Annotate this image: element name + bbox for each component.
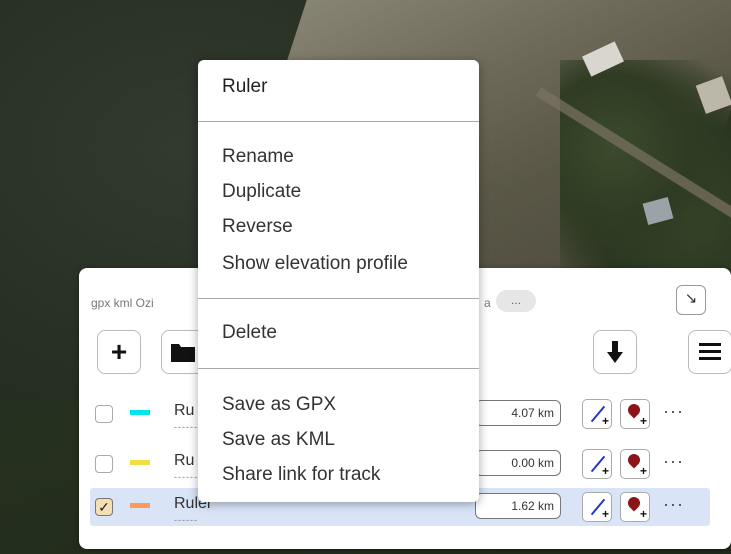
folder-icon <box>171 344 195 362</box>
menu-item-elevation-profile[interactable]: Show elevation profile <box>222 253 408 275</box>
track-more-button[interactable]: ··· <box>663 451 684 472</box>
track-line-style: ------ <box>174 515 198 525</box>
menu-item-rename[interactable]: Rename <box>222 146 294 168</box>
track-distance: 1.62 km <box>475 493 561 519</box>
track-line-style: ------ <box>174 472 198 482</box>
checkmark-icon: ✓ <box>98 499 110 515</box>
track-distance: 0.00 km <box>475 450 561 476</box>
menu-divider <box>198 368 479 369</box>
plus-icon: + <box>639 464 647 478</box>
new-track-button[interactable]: + <box>97 330 141 374</box>
hamburger-icon <box>699 343 721 360</box>
track-more-button[interactable]: ··· <box>663 401 684 422</box>
add-waypoint-button[interactable]: + <box>620 449 650 479</box>
menu-divider <box>198 121 479 122</box>
continue-track-button[interactable]: + <box>582 492 612 522</box>
plus-icon: + <box>110 336 128 367</box>
track-context-menu: Ruler Rename Duplicate Reverse Show elev… <box>198 60 479 502</box>
format-links-tail[interactable]: a <box>484 296 491 310</box>
plus-icon: + <box>601 414 609 428</box>
menu-item-reverse[interactable]: Reverse <box>222 216 293 238</box>
track-visible-checkbox[interactable]: ✓ <box>95 498 113 516</box>
menu-item-share-link[interactable]: Share link for track <box>222 464 380 486</box>
menu-item-delete[interactable]: Delete <box>222 322 277 344</box>
down-arrow-icon <box>607 341 623 363</box>
track-visible-checkbox[interactable] <box>95 455 113 473</box>
continue-track-button[interactable]: + <box>582 399 612 429</box>
menu-item-save-kml[interactable]: Save as KML <box>222 429 335 451</box>
menu-divider <box>198 298 479 299</box>
download-button[interactable] <box>593 330 637 374</box>
menu-item-save-gpx[interactable]: Save as GPX <box>222 394 336 416</box>
track-distance: 4.07 km <box>475 400 561 426</box>
track-name[interactable]: Ru <box>174 402 194 420</box>
more-formats-button[interactable]: ... <box>496 290 536 312</box>
track-visible-checkbox[interactable] <box>95 405 113 423</box>
add-waypoint-button[interactable]: + <box>620 492 650 522</box>
continue-track-button[interactable]: + <box>582 449 612 479</box>
plus-icon: + <box>601 507 609 521</box>
plus-icon: + <box>639 507 647 521</box>
plus-icon: + <box>639 414 647 428</box>
track-color-swatch[interactable] <box>130 503 150 508</box>
track-line-style: ------ <box>174 422 198 432</box>
collapse-panel-button[interactable]: ↘ <box>676 285 706 315</box>
track-name[interactable]: Ru <box>174 452 194 470</box>
menu-item-duplicate[interactable]: Duplicate <box>222 181 301 203</box>
track-color-swatch[interactable] <box>130 410 150 415</box>
format-links[interactable]: gpx kml Ozi <box>91 296 154 310</box>
collapse-arrow-icon: ↘ <box>684 290 698 307</box>
context-menu-title: Ruler <box>222 76 268 97</box>
plus-icon: + <box>601 464 609 478</box>
track-color-swatch[interactable] <box>130 460 150 465</box>
track-more-button[interactable]: ··· <box>663 494 684 515</box>
add-waypoint-button[interactable]: + <box>620 399 650 429</box>
panel-menu-button[interactable] <box>688 330 731 374</box>
